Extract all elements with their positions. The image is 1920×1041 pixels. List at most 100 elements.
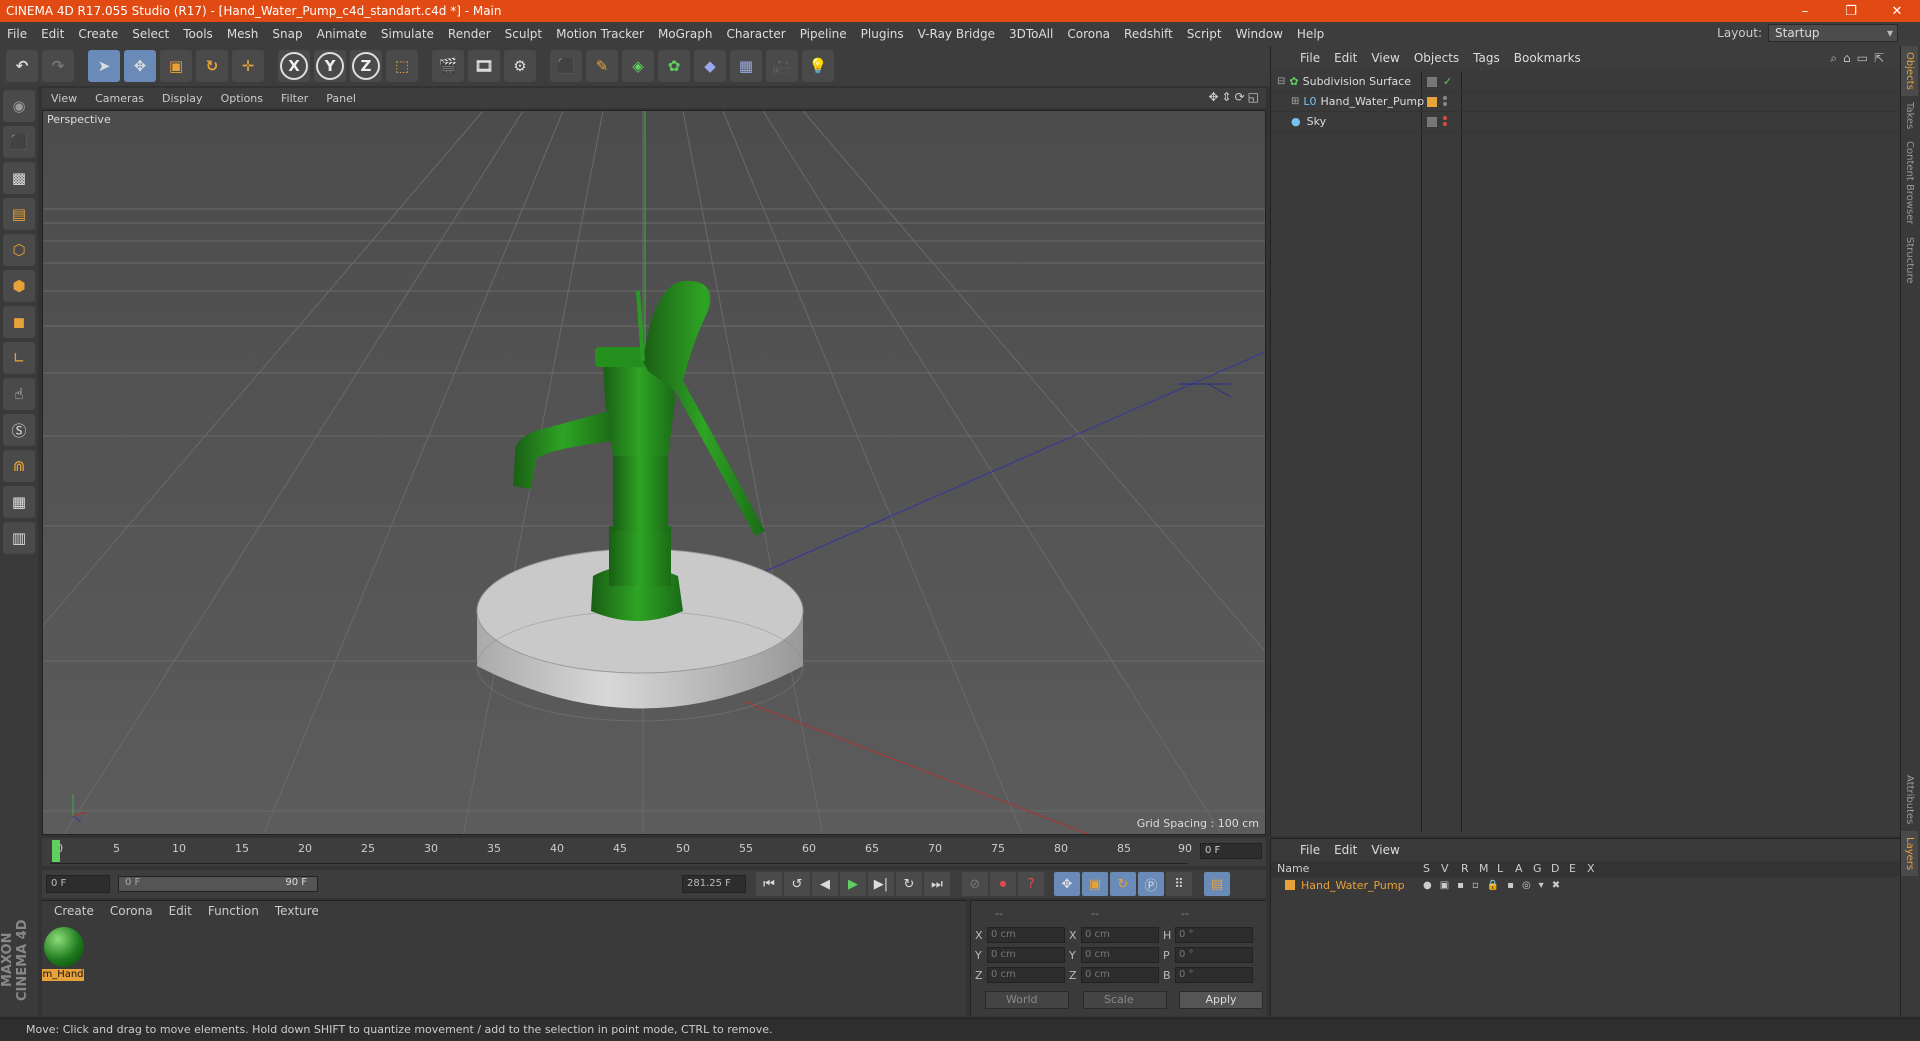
- close-button[interactable]: ✕: [1874, 0, 1920, 22]
- tab-content-browser[interactable]: Content Browser: [1901, 135, 1918, 230]
- menu-character[interactable]: Character: [719, 27, 792, 41]
- live-selection-icon[interactable]: ✛: [232, 50, 264, 82]
- rotate-tool-icon[interactable]: ↻: [196, 50, 228, 82]
- next-key-icon[interactable]: ↻: [896, 872, 922, 896]
- previous-frame-icon[interactable]: ◀: [812, 872, 838, 896]
- make-editable-icon[interactable]: ◉: [3, 90, 35, 122]
- lm-menu-file[interactable]: File: [1293, 843, 1327, 857]
- menu-simulate[interactable]: Simulate: [374, 27, 441, 41]
- redo-icon[interactable]: ↷: [42, 50, 74, 82]
- viewport-menu-panel[interactable]: Panel: [317, 92, 365, 105]
- playhead[interactable]: [52, 840, 60, 862]
- menu-render[interactable]: Render: [441, 27, 498, 41]
- menu-help[interactable]: Help: [1290, 27, 1331, 41]
- om-search-home-icons[interactable]: ⌕⌂▭⇱: [1830, 51, 1890, 66]
- light-bulb-icon[interactable]: 💡: [802, 50, 834, 82]
- workplane-mode-icon[interactable]: ▤: [3, 198, 35, 230]
- points-mode-icon[interactable]: ⬡: [3, 234, 35, 266]
- menu-mesh[interactable]: Mesh: [220, 27, 266, 41]
- layer-flag-icons[interactable]: ●▣▪▫🔒▪◎▾✖: [1423, 880, 1568, 891]
- menu-snap[interactable]: Snap: [265, 27, 309, 41]
- expand-icon[interactable]: ⊞: [1291, 96, 1299, 107]
- floor-scene-icon[interactable]: ▦: [730, 50, 762, 82]
- menu-window[interactable]: Window: [1229, 27, 1290, 41]
- coordinate-mode-dropdown[interactable]: World: [985, 991, 1069, 1009]
- y-axis-lock-icon[interactable]: Y: [314, 50, 346, 82]
- material-menu-texture[interactable]: Texture: [267, 904, 327, 918]
- material-menu-create[interactable]: Create: [46, 904, 102, 918]
- key-rotation-icon[interactable]: ↻: [1110, 872, 1136, 896]
- start-frame-field[interactable]: 0 F: [46, 875, 110, 893]
- enabled-check-icon[interactable]: ✓: [1443, 75, 1452, 88]
- edges-mode-icon[interactable]: ⬢: [3, 270, 35, 302]
- rotation-h-field[interactable]: 0 °: [1175, 927, 1253, 943]
- tab-takes[interactable]: Takes: [1901, 96, 1918, 135]
- end-frame-field[interactable]: 281.25 F: [682, 875, 746, 893]
- material-menu-corona[interactable]: Corona: [102, 904, 161, 918]
- layer-swatch[interactable]: [1427, 116, 1437, 127]
- select-cursor-icon[interactable]: ➤: [88, 50, 120, 82]
- z-axis-lock-icon[interactable]: Z: [350, 50, 382, 82]
- menu-redshift[interactable]: Redshift: [1117, 27, 1180, 41]
- planar-workplane-icon[interactable]: ▥: [3, 522, 35, 554]
- frame-range-slider[interactable]: 0 F 90 F: [118, 876, 318, 892]
- menu-motion-tracker[interactable]: Motion Tracker: [549, 27, 651, 41]
- viewport-nav-icons[interactable]: ✥⇕⟳◱: [1208, 90, 1262, 104]
- undo-icon[interactable]: ↶: [6, 50, 38, 82]
- position-y-field[interactable]: 0 cm: [987, 947, 1065, 963]
- cube-primitive-icon[interactable]: ⬛: [550, 50, 582, 82]
- material-swatch[interactable]: m_Hand: [42, 925, 86, 983]
- minimize-button[interactable]: –: [1782, 0, 1828, 22]
- play-icon[interactable]: ▶: [840, 872, 866, 896]
- layer-row[interactable]: Hand_Water_Pump ●▣▪▫🔒▪◎▾✖: [1271, 877, 1900, 893]
- render-picture-viewer-icon[interactable]: 🎞: [468, 50, 500, 82]
- spline-pen-icon[interactable]: ✎: [586, 50, 618, 82]
- axis-mode-icon[interactable]: ∟: [3, 342, 35, 374]
- position-z-field[interactable]: 0 cm: [987, 967, 1065, 983]
- mograph-cloner-icon[interactable]: ✿: [658, 50, 690, 82]
- menu-animate[interactable]: Animate: [310, 27, 374, 41]
- menu-vray-bridge[interactable]: V-Ray Bridge: [911, 27, 1002, 41]
- menu-select[interactable]: Select: [125, 27, 176, 41]
- size-y-field[interactable]: 0 cm: [1081, 947, 1159, 963]
- om-menu-view[interactable]: View: [1364, 51, 1406, 65]
- tab-layers[interactable]: Layers: [1901, 830, 1918, 876]
- key-position-icon[interactable]: ✥: [1054, 872, 1080, 896]
- current-frame-field[interactable]: 0 F: [1200, 843, 1262, 859]
- viewport-3d[interactable]: Perspective Grid Spacing : 100 cm: [42, 110, 1266, 835]
- render-settings-icon[interactable]: ⚙: [504, 50, 536, 82]
- menu-script[interactable]: Script: [1180, 27, 1229, 41]
- key-pla-icon[interactable]: ⠿: [1166, 872, 1192, 896]
- move-tool-icon[interactable]: ✥: [124, 50, 156, 82]
- material-menu-edit[interactable]: Edit: [161, 904, 200, 918]
- apply-button[interactable]: Apply: [1179, 991, 1263, 1009]
- menu-mograph[interactable]: MoGraph: [651, 27, 720, 41]
- texture-mode-icon[interactable]: ▩: [3, 162, 35, 194]
- keyframe-selection-icon[interactable]: ?: [1018, 872, 1044, 896]
- tab-objects[interactable]: Objects: [1901, 46, 1918, 96]
- maximize-button[interactable]: ❐: [1828, 0, 1874, 22]
- layer-color-swatch[interactable]: [1285, 880, 1295, 890]
- previous-key-icon[interactable]: ↺: [784, 872, 810, 896]
- go-to-start-icon[interactable]: ⏮: [756, 872, 782, 896]
- deformer-icon[interactable]: ◆: [694, 50, 726, 82]
- workplane-lock-icon[interactable]: ▦: [3, 486, 35, 518]
- layer-swatch[interactable]: [1427, 76, 1437, 87]
- next-frame-icon[interactable]: ▶|: [868, 872, 894, 896]
- menu-edit[interactable]: Edit: [34, 27, 71, 41]
- rotation-b-field[interactable]: 0 °: [1175, 967, 1253, 983]
- viewport-menu-options[interactable]: Options: [212, 92, 272, 105]
- subdivision-generator-icon[interactable]: ◈: [622, 50, 654, 82]
- snap-magnet-icon[interactable]: ⋒: [3, 450, 35, 482]
- timeline[interactable]: 0 5 10 15 20 25 30 35 40 45 50 55 60 65 …: [42, 838, 1266, 866]
- polygons-mode-icon[interactable]: ◼: [3, 306, 35, 338]
- model-mode-icon[interactable]: ⬛: [3, 126, 35, 158]
- layer-swatch[interactable]: [1427, 96, 1437, 107]
- x-axis-lock-icon[interactable]: X: [278, 50, 310, 82]
- camera-icon[interactable]: 🎥: [766, 50, 798, 82]
- visibility-dots[interactable]: [1443, 96, 1447, 106]
- viewport-menu-view[interactable]: View: [42, 92, 86, 105]
- key-scale-icon[interactable]: ▣: [1082, 872, 1108, 896]
- scale-mode-dropdown[interactable]: Scale: [1083, 991, 1167, 1009]
- menu-pipeline[interactable]: Pipeline: [793, 27, 854, 41]
